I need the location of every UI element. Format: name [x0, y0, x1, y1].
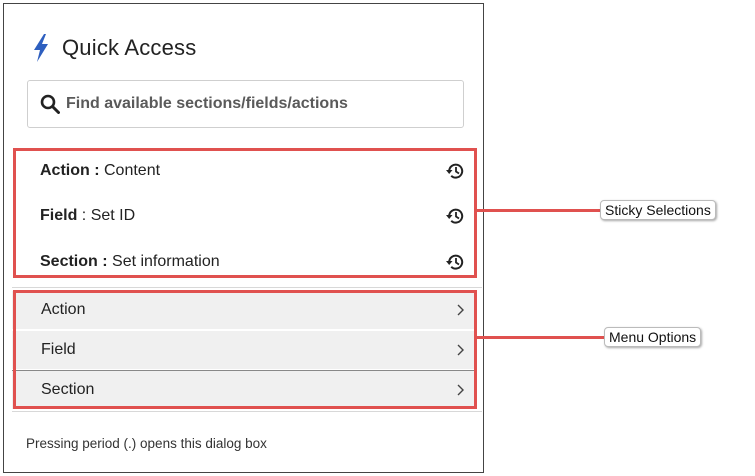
sticky-selection-text: Section : Set information — [40, 253, 220, 270]
divider — [12, 411, 482, 412]
menu-item-label: Field — [41, 341, 76, 358]
menu-item-field[interactable]: Field — [12, 331, 474, 369]
dialog-header: Quick Access — [32, 34, 196, 62]
history-icon[interactable] — [445, 161, 465, 181]
search-input[interactable] — [66, 95, 446, 113]
menu-item-action[interactable]: Action — [12, 291, 474, 329]
chevron-right-icon — [457, 304, 464, 316]
menu-item-section[interactable]: Section — [12, 371, 474, 409]
callout-sticky-selections: Sticky Selections — [600, 200, 716, 220]
sticky-selection-field[interactable]: Field : Set ID — [40, 198, 470, 234]
callout-line-menu — [477, 336, 605, 339]
lightning-bolt-icon — [34, 34, 48, 62]
callout-line-sticky — [477, 209, 601, 212]
menu-item-label: Section — [41, 381, 95, 398]
chevron-right-icon — [457, 344, 464, 356]
magnifier-icon — [40, 94, 60, 114]
quick-access-dialog: Quick Access Action : Content Field : Se… — [3, 3, 484, 473]
chevron-right-icon — [457, 384, 464, 396]
sticky-selection-action[interactable]: Action : Content — [40, 153, 470, 189]
divider — [12, 287, 482, 288]
history-icon[interactable] — [445, 206, 465, 226]
footer-hint: Pressing period (.) opens this dialog bo… — [26, 436, 267, 451]
sticky-selection-section[interactable]: Section : Set information — [40, 244, 470, 280]
callout-menu-options: Menu Options — [604, 327, 702, 347]
sticky-selection-text: Action : Content — [40, 162, 161, 179]
search-box[interactable] — [27, 80, 464, 128]
sticky-selection-text: Field : Set ID — [40, 207, 136, 224]
menu-item-label: Action — [41, 301, 86, 318]
history-icon[interactable] — [445, 252, 465, 272]
dialog-title: Quick Access — [62, 35, 197, 60]
